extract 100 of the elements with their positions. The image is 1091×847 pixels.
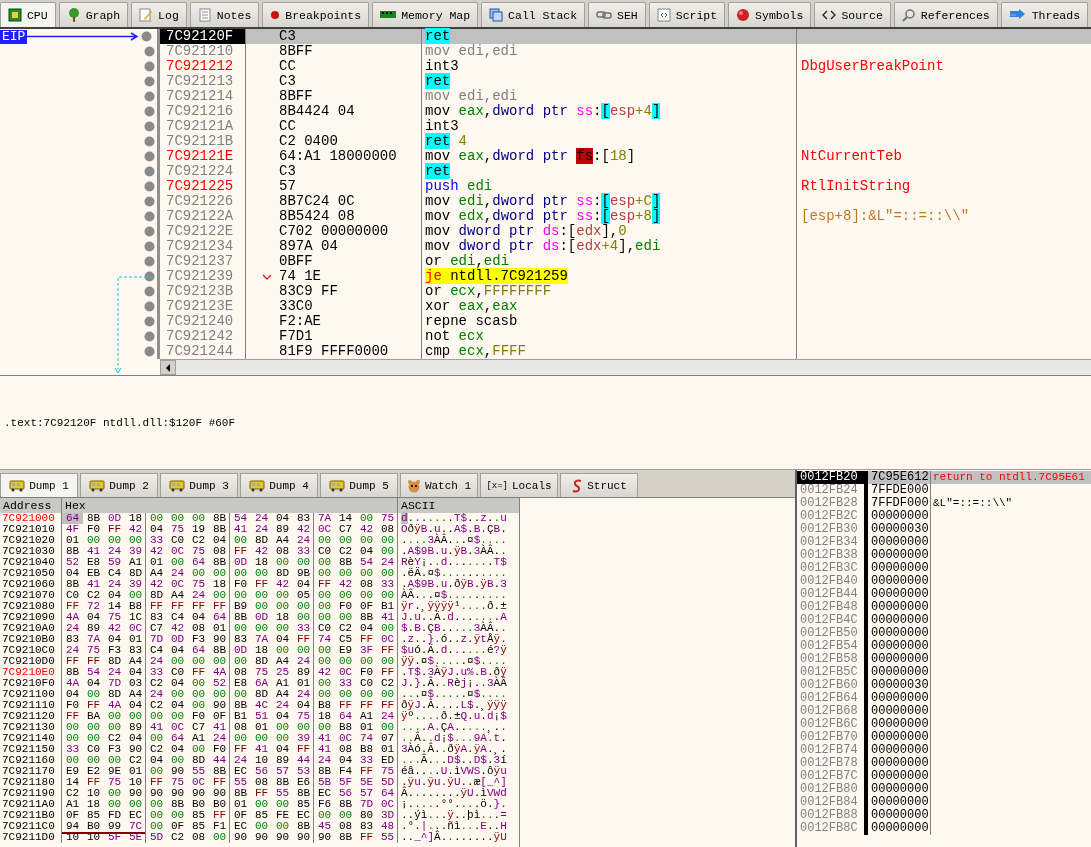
tab[interactable]: [x=] Locals <box>480 473 558 497</box>
breakpoint-dot[interactable] <box>144 226 155 237</box>
breakpoint-dot[interactable] <box>144 166 155 177</box>
tab[interactable]: Threads <box>1000 2 1088 27</box>
breakpoint-dot[interactable] <box>144 151 155 162</box>
breakpoint-dot[interactable] <box>144 316 155 327</box>
stack-address[interactable]: 0012FB24 <box>797 484 864 497</box>
address-cell[interactable]: 7C921234 <box>160 239 246 254</box>
stack-address[interactable]: 0012FB34 <box>797 536 864 549</box>
breakpoint-dot[interactable] <box>144 346 155 357</box>
address-cell[interactable]: 7C921242 <box>160 329 246 344</box>
tab[interactable]: Notes <box>189 2 260 27</box>
stack-address[interactable]: 0012FB3C <box>797 562 864 575</box>
stack-address[interactable]: 0012FB40 <box>797 575 864 588</box>
stack-address[interactable]: 0012FB30 <box>797 523 864 536</box>
breakpoint-dot[interactable] <box>144 136 155 147</box>
breakpoint-dot[interactable] <box>144 76 155 87</box>
tab[interactable]: Breakpoints <box>262 2 370 27</box>
stack-address[interactable]: 0012FB5C <box>797 666 864 679</box>
breakpoint-dot[interactable] <box>141 31 153 42</box>
address-cell[interactable]: 7C921226 <box>160 194 246 209</box>
tab[interactable]: Dump 5 <box>320 473 398 497</box>
breakpoint-dot[interactable] <box>144 301 155 312</box>
address-cell[interactable]: 7C92123E <box>160 299 246 314</box>
hex-byte: 74 <box>358 733 375 744</box>
stack-address[interactable]: 0012FB48 <box>797 601 864 614</box>
breakpoint-dot[interactable] <box>144 256 155 267</box>
address-cell[interactable]: 7C921237 <box>160 254 246 269</box>
stack-address[interactable]: 0012FB68 <box>797 705 864 718</box>
tab[interactable]: Dump 3 <box>160 473 238 497</box>
tab[interactable]: Graph <box>58 2 129 27</box>
stack-address[interactable]: 0012FB88 <box>797 809 864 822</box>
stack-address[interactable]: 0012FB84 <box>797 796 864 809</box>
stack-address[interactable]: 0012FB8C <box>797 822 864 835</box>
address-cell[interactable]: 7C921239 <box>160 269 246 284</box>
horizontal-scrollbar[interactable] <box>160 359 1091 375</box>
stack-address[interactable]: 0012FB70 <box>797 731 864 744</box>
stack-address[interactable]: 0012FB20 <box>797 471 864 484</box>
stack-address[interactable]: 0012FB78 <box>797 757 864 770</box>
stack-address[interactable]: 0012FB54 <box>797 640 864 653</box>
stack-address[interactable]: 0012FB74 <box>797 744 864 757</box>
address-cell[interactable]: 7C92120F <box>160 29 246 44</box>
breakpoint-dot[interactable] <box>144 61 155 72</box>
tab[interactable]: Log <box>131 2 187 27</box>
stack-address[interactable]: 0012FB4C <box>797 614 864 627</box>
stack-address[interactable]: 0012FB60 <box>797 679 864 692</box>
tab[interactable]: Watch 1 <box>400 473 478 497</box>
tab[interactable]: Source <box>814 2 891 27</box>
address-cell[interactable]: 7C92122E <box>160 224 246 239</box>
stack-address[interactable]: 0012FB80 <box>797 783 864 796</box>
address-cell[interactable]: 7C92121A <box>160 119 246 134</box>
stack-address[interactable]: 0012FB64 <box>797 692 864 705</box>
tab[interactable]: Call Stack <box>481 2 586 27</box>
breakpoint-dot[interactable] <box>144 286 155 297</box>
tab[interactable]: Dump 1 <box>0 473 78 497</box>
breakpoint-dot[interactable] <box>144 121 155 132</box>
stack-address[interactable]: 0012FB7C <box>797 770 864 783</box>
address-cell[interactable]: 7C921240 <box>160 314 246 329</box>
tab[interactable]: Symbols <box>728 2 812 27</box>
breakpoint-dot[interactable] <box>144 46 155 57</box>
stack-address[interactable]: 0012FB50 <box>797 627 864 640</box>
breakpoint-dot[interactable] <box>144 211 155 222</box>
tab[interactable]: Dump 4 <box>240 473 318 497</box>
tab[interactable]: Memory Map <box>372 2 479 27</box>
address-cell[interactable]: 7C921225 <box>160 179 246 194</box>
address-cell[interactable]: 7C92122A <box>160 209 246 224</box>
column-header[interactable]: Address <box>0 498 62 513</box>
hex-byte: 75 <box>106 612 123 623</box>
address-cell: 7C921070 <box>0 590 62 601</box>
address-cell[interactable]: 7C921224 <box>160 164 246 179</box>
tab[interactable]: Script <box>648 2 726 27</box>
address-cell[interactable]: 7C92121B <box>160 134 246 149</box>
stack-address[interactable]: 0012FB6C <box>797 718 864 731</box>
breakpoint-dot[interactable] <box>144 91 155 102</box>
tab[interactable]: CPU <box>0 2 56 27</box>
breakpoint-dot[interactable] <box>144 331 155 342</box>
stack-address[interactable]: 0012FB2C <box>797 510 864 523</box>
address-cell[interactable]: 7C921216 <box>160 104 246 119</box>
stack-address[interactable]: 0012FB28 <box>797 497 864 510</box>
address-cell[interactable]: 7C92121E <box>160 149 246 164</box>
address-cell[interactable]: 7C921212 <box>160 59 246 74</box>
address-cell[interactable]: 7C921214 <box>160 89 246 104</box>
address-cell[interactable]: 7C921210 <box>160 44 246 59</box>
stack-address[interactable]: 0012FB38 <box>797 549 864 562</box>
stack-address[interactable]: 0012FB58 <box>797 653 864 666</box>
tab[interactable]: Dump 2 <box>80 473 158 497</box>
breakpoint-dot[interactable] <box>144 271 155 282</box>
breakpoint-dot[interactable] <box>144 241 155 252</box>
tab[interactable]: SEH <box>588 2 646 27</box>
scroll-left-button[interactable] <box>160 360 176 375</box>
tab[interactable]: Struct <box>560 473 638 497</box>
breakpoint-dot[interactable] <box>144 181 155 192</box>
hex-byte: FF <box>253 788 270 799</box>
address-cell[interactable]: 7C921213 <box>160 74 246 89</box>
breakpoint-dot[interactable] <box>144 106 155 117</box>
breakpoint-dot[interactable] <box>144 196 155 207</box>
address-cell[interactable]: 7C92123B <box>160 284 246 299</box>
tab[interactable]: References <box>893 2 998 27</box>
stack-address[interactable]: 0012FB44 <box>797 588 864 601</box>
hex-byte: 89 <box>274 524 291 535</box>
